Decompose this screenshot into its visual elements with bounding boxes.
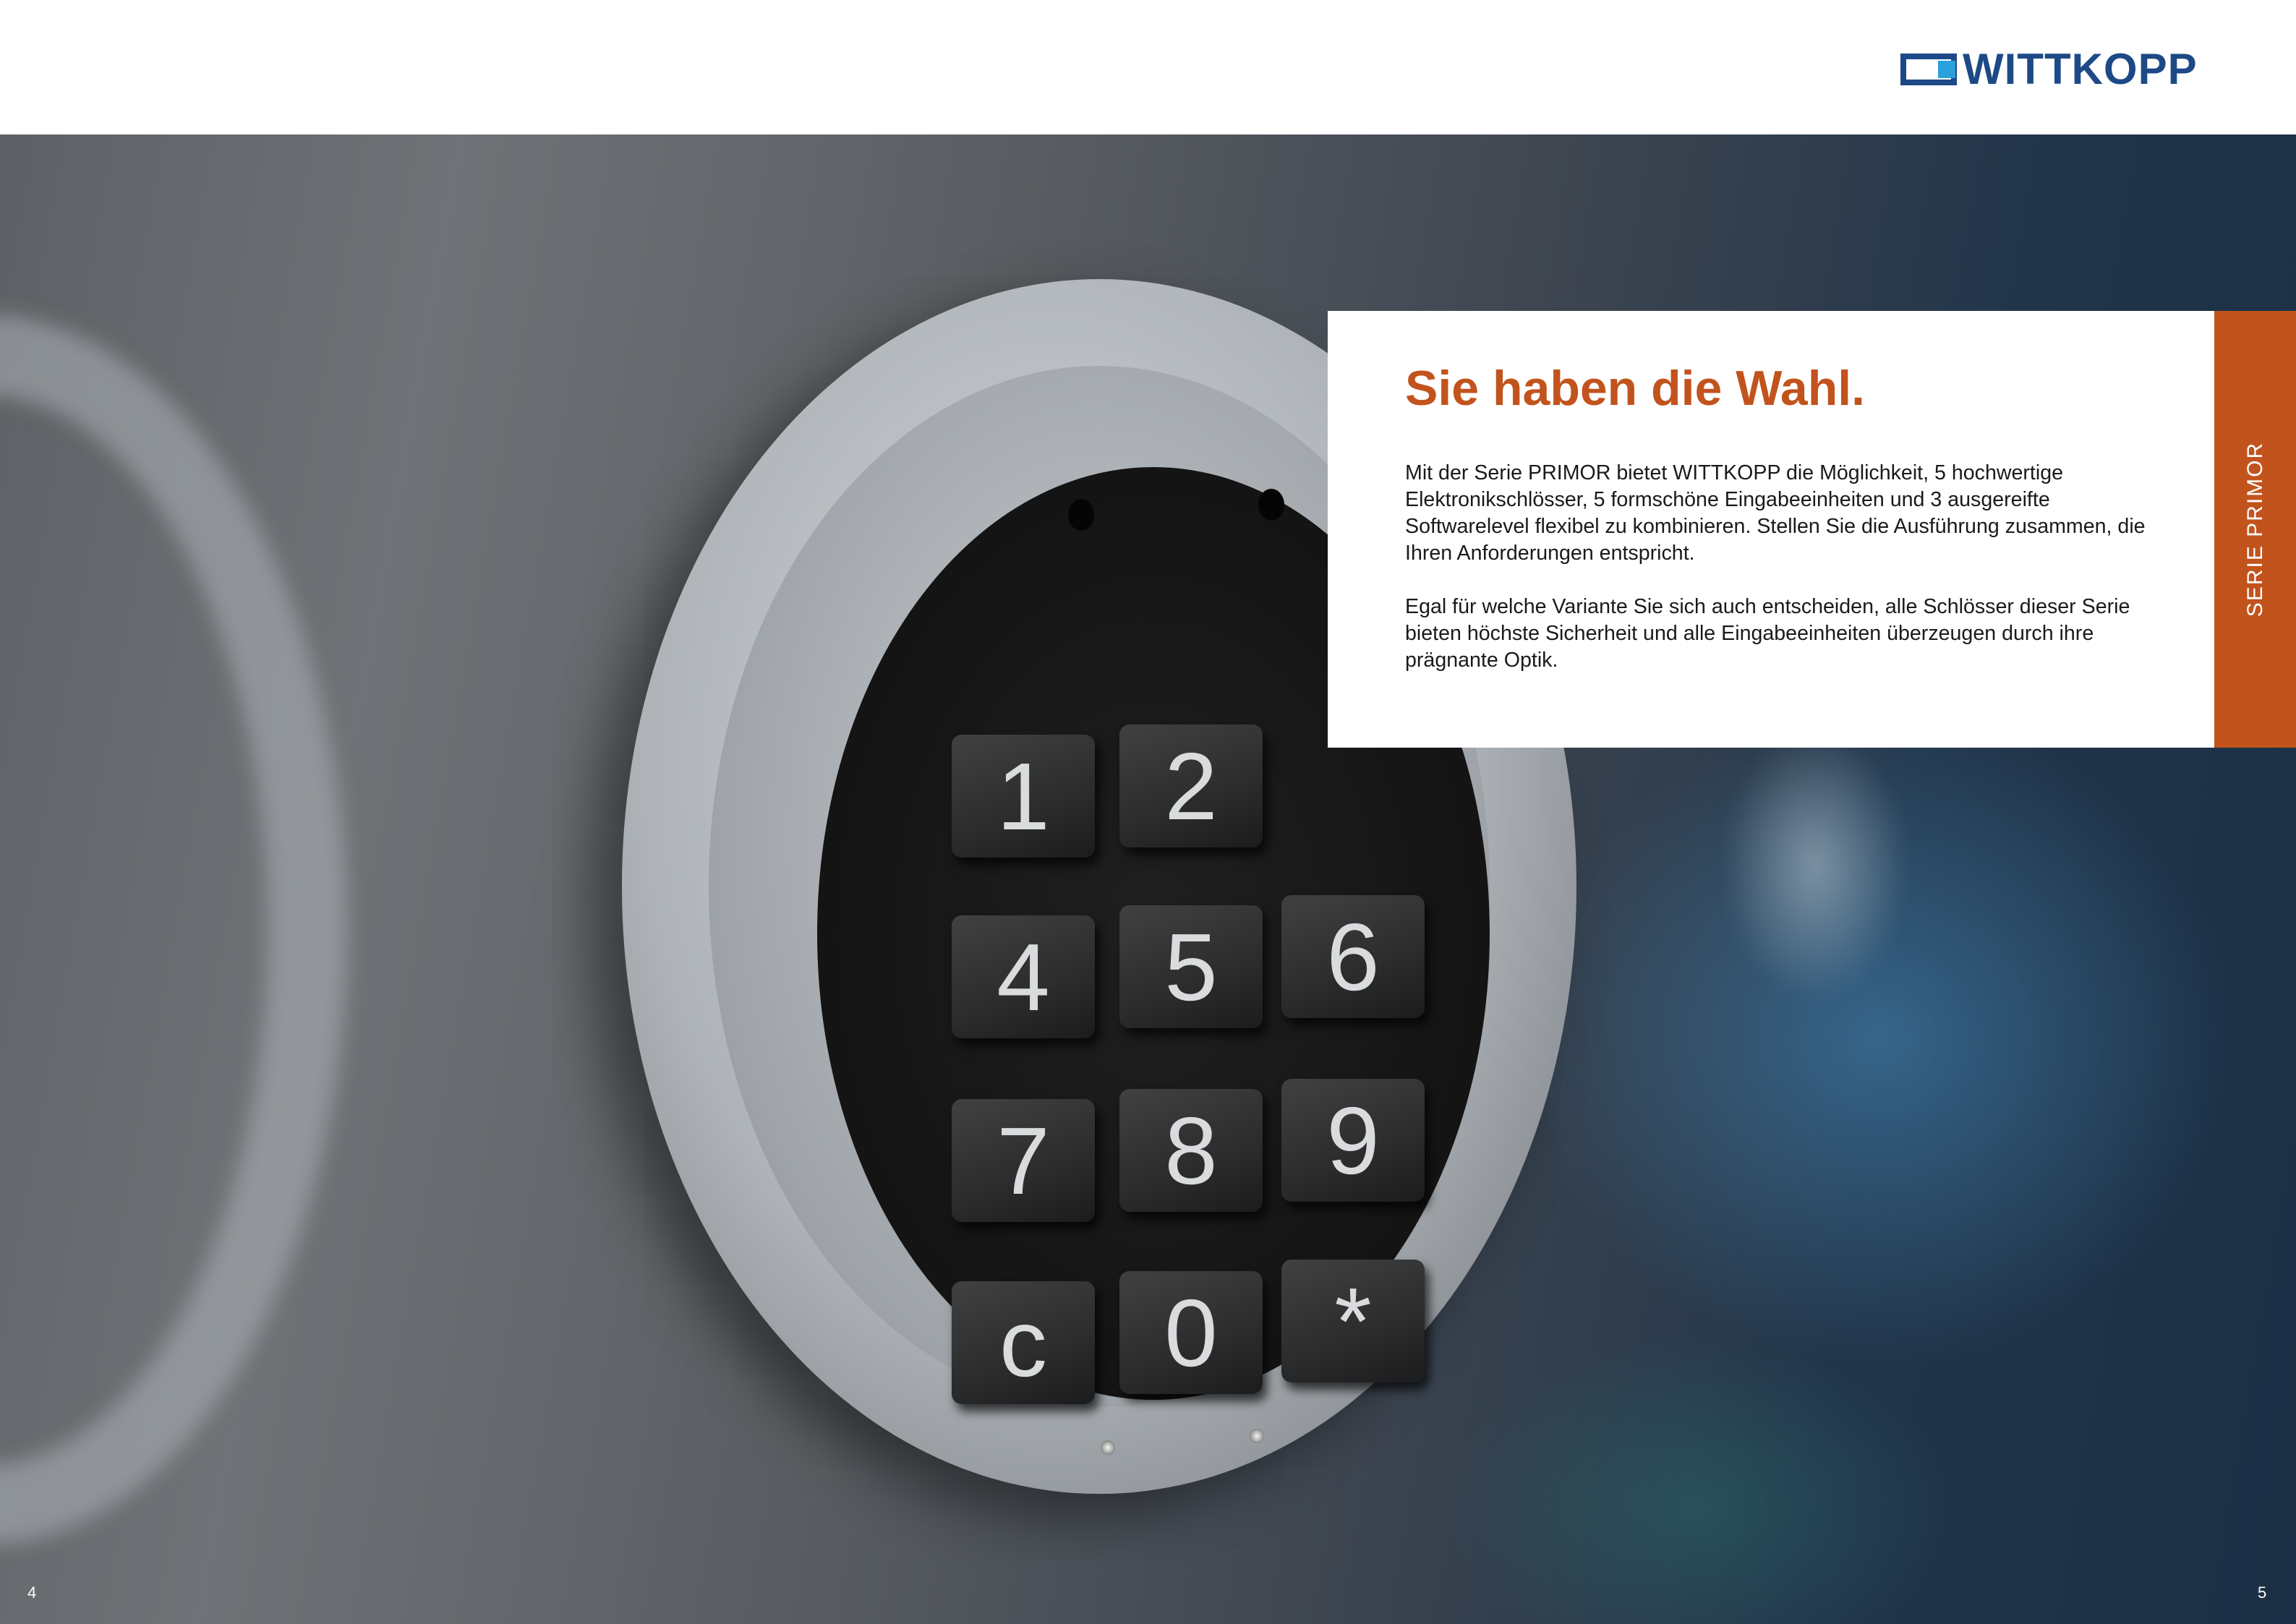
keypad-led [1250,1429,1264,1443]
series-side-tab: SERIE PRIMOR [2214,311,2296,748]
keypad-key-4: 4 [952,915,1095,1038]
keypad-key-1: 1 [952,735,1095,858]
blurred-knob [1721,727,1909,1002]
logo-mark-icon [1900,51,1960,88]
keypad-key-star: * [1281,1260,1425,1382]
keypad-key-2: 2 [1119,725,1263,847]
blurred-handle-ring [0,315,347,1544]
panel-title: Sie haben die Wahl. [1405,361,1866,416]
wittkopp-logo: WITTKOPP [1900,45,2198,93]
keypad-key-c: c [952,1281,1095,1404]
keypad-key-8: 8 [1119,1089,1263,1212]
keypad-key-0: 0 [1119,1271,1263,1394]
page-number-left: 4 [27,1584,37,1602]
keypad-key-7: 7 [952,1099,1095,1222]
logo-text: WITTKOPP [1963,45,2198,93]
page-number-right: 5 [2258,1584,2267,1602]
panel-paragraph-1: Mit der Serie PRIMOR bietet WITTKOPP die… [1405,461,2146,565]
panel-body: Mit der Serie PRIMOR bietet WITTKOPP die… [1405,460,2164,701]
panel-paragraph-2: Egal für welche Variante Sie sich auch e… [1405,595,2130,672]
intro-text-panel: Sie haben die Wahl. Mit der Serie PRIMOR… [1328,311,2214,748]
keypad-key-5: 5 [1119,905,1263,1028]
side-tab-label: SERIE PRIMOR [2242,441,2267,617]
keypad-key-6: 6 [1281,895,1425,1018]
keypad-key-9: 9 [1281,1079,1425,1202]
keypad-led [1101,1440,1115,1455]
keypad-hole [1258,489,1284,521]
keypad-hole [1068,499,1094,531]
